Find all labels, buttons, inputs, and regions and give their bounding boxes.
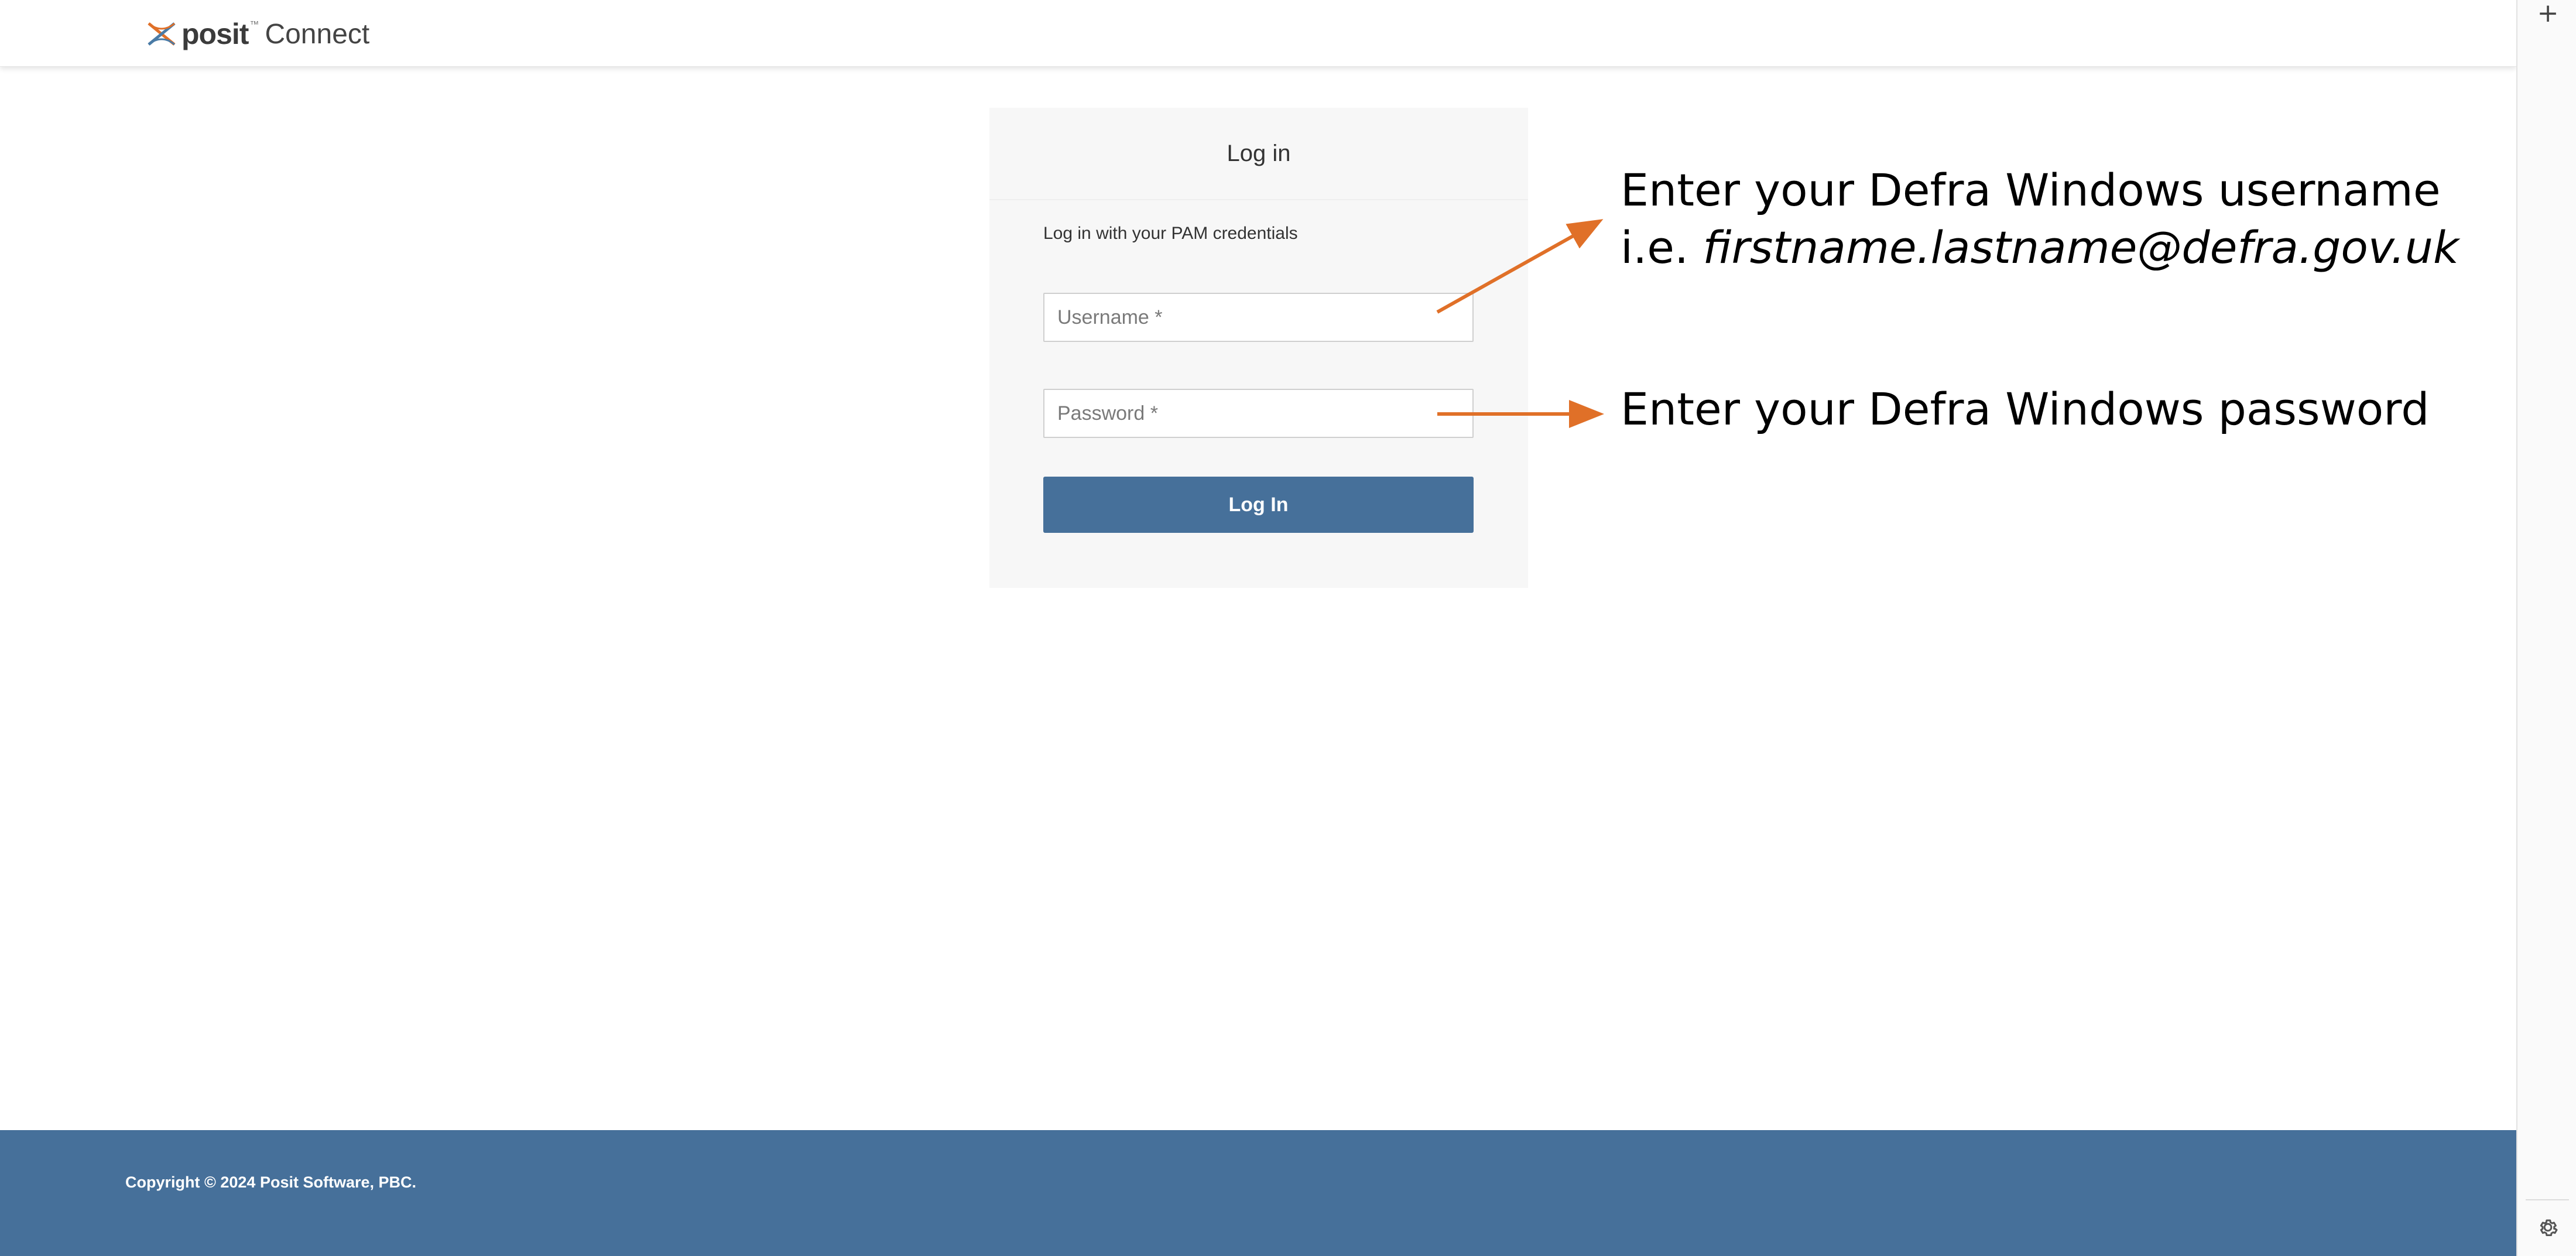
plus-icon[interactable]: + — [2535, 0, 2561, 28]
username-annotation: Enter your Defra Windows username i.e. f… — [1621, 162, 2459, 276]
logo-wordmark: posit — [181, 18, 249, 50]
posit-connect-logo[interactable]: posit ™ Connect — [146, 18, 369, 50]
app-window: posit ™ Connect Log in Log in with your … — [0, 0, 2516, 1256]
gear-icon[interactable] — [2536, 1216, 2560, 1239]
footer: Copyright © 2024 Posit Software, PBC. — [0, 1130, 2516, 1256]
username-input[interactable] — [1043, 293, 1474, 342]
side-rail: + — [2516, 0, 2576, 1256]
username-annotation-prefix: i.e. — [1621, 221, 1703, 273]
login-button[interactable]: Log In — [1043, 477, 1474, 533]
top-header: posit ™ Connect — [0, 0, 2516, 67]
login-subtitle: Log in with your PAM credentials — [1043, 224, 1298, 243]
login-panel: Log in Log in with your PAM credentials … — [989, 108, 1528, 588]
password-annotation: Enter your Defra Windows password — [1621, 383, 2430, 435]
product-name: Connect — [265, 18, 370, 50]
login-title: Log in — [989, 108, 1528, 200]
posit-logo-icon — [148, 22, 176, 46]
password-input[interactable] — [1043, 389, 1474, 438]
logo-trademark: ™ — [249, 20, 259, 30]
username-annotation-line1: Enter your Defra Windows username — [1621, 164, 2441, 216]
username-annotation-line2: i.e. firstname.lastname@defra.gov.uk — [1621, 219, 2459, 276]
username-annotation-example: firstname.lastname@defra.gov.uk — [1703, 221, 2459, 273]
copyright-text: Copyright © 2024 Posit Software, PBC. — [125, 1173, 416, 1191]
rail-divider — [2526, 1199, 2569, 1200]
